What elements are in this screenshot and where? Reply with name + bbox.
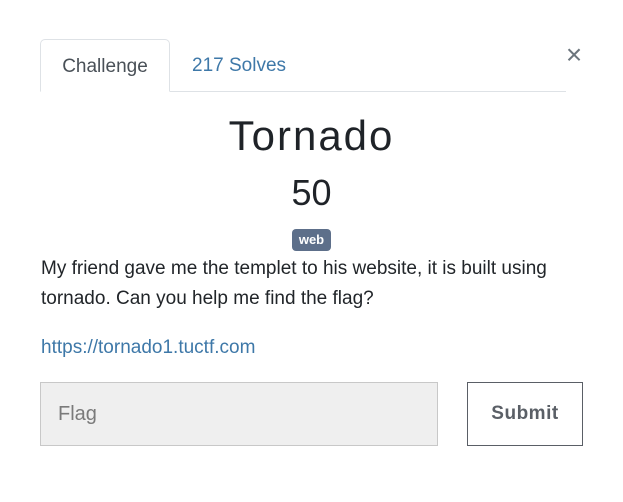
category-badge: web <box>291 229 332 251</box>
challenge-description: My friend gave me the templet to his web… <box>41 258 547 309</box>
tab-challenge[interactable]: Challenge <box>40 39 170 92</box>
tag-container: web <box>0 229 623 251</box>
submit-button[interactable]: Submit <box>467 382 583 446</box>
close-icon[interactable]: × <box>562 40 586 70</box>
challenge-title: Tornado <box>228 112 395 159</box>
challenge-points: 50 <box>291 172 332 213</box>
flag-input[interactable] <box>40 382 438 446</box>
tab-solves[interactable]: 217 Solves <box>192 39 286 91</box>
challenge-tabs: Challenge 217 Solves <box>40 39 566 92</box>
challenge-modal: Challenge 217 Solves × Tornado 50 web My… <box>0 0 623 502</box>
challenge-link[interactable]: https://tornado1.tuctf.com <box>41 333 255 363</box>
